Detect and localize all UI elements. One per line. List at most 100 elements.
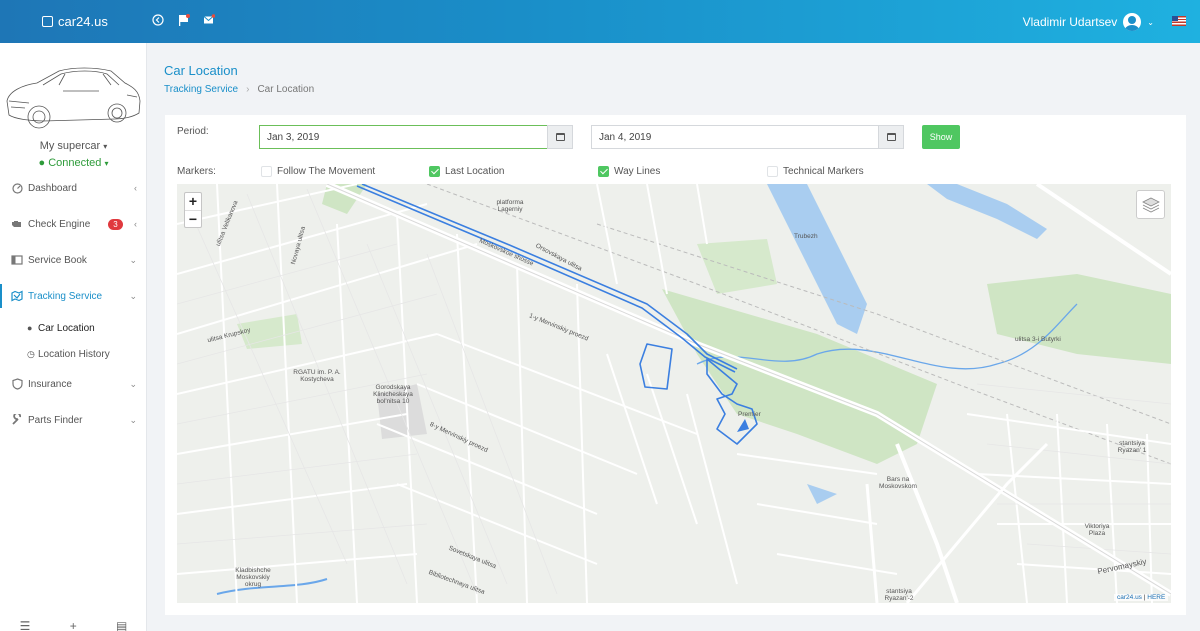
checkbox-label: Last Location <box>445 166 505 177</box>
sidebar-footer: ☰ + ▤ <box>0 619 147 631</box>
attribution-link[interactable]: HERE <box>1147 594 1165 601</box>
chevron-left-icon: ‹ <box>134 219 137 229</box>
map-label: Bars na Moskovskom <box>879 476 917 490</box>
wrench-icon <box>11 414 23 426</box>
checkbox-label: Follow The Movement <box>277 166 376 177</box>
checkbox-follow-movement[interactable]: Follow The Movement <box>261 166 375 177</box>
back-circle-icon[interactable] <box>152 14 164 26</box>
map-label: Kladbishche Moskovskiy okrug <box>235 567 271 588</box>
brand[interactable]: car24.us <box>42 14 108 29</box>
engine-icon <box>11 218 23 230</box>
pin-icon: ● <box>27 323 33 333</box>
map[interactable]: ulitsa Velikanova Novaya ulitsa platform… <box>177 184 1171 603</box>
layers-icon <box>1141 197 1160 212</box>
checkbox-box[interactable] <box>261 166 272 177</box>
plus-icon[interactable]: + <box>70 619 77 631</box>
breadcrumb: Tracking Service › Car Location <box>164 84 314 95</box>
date-to-input[interactable] <box>591 125 879 149</box>
checkbox-box[interactable] <box>767 166 778 177</box>
shield-icon <box>11 378 23 390</box>
clipboard-icon[interactable]: ▤ <box>116 619 127 631</box>
breadcrumb-separator-icon: › <box>246 84 250 95</box>
user-name: Vladimir Udartsev <box>1022 15 1118 29</box>
sidebar-item-service-book[interactable]: Service Book ⌄ <box>0 250 147 270</box>
map-canvas <box>177 184 1171 603</box>
car-name: My supercar <box>39 140 101 152</box>
markers-label: Markers: <box>177 166 216 177</box>
sidebar: My supercar ▾ ● Connected ▾ Dashboard ‹ … <box>0 43 147 631</box>
avatar <box>1123 13 1142 31</box>
layers-button[interactable] <box>1136 190 1165 219</box>
zoom-control: + − <box>184 192 202 228</box>
brand-name: car24.us <box>58 14 108 29</box>
history-icon: ◷ <box>27 348 35 359</box>
connection-status[interactable]: ● Connected ▾ <box>0 157 147 169</box>
flag-icon[interactable] <box>178 14 190 26</box>
user-menu[interactable]: Vladimir Udartsev ⌄ <box>1023 13 1154 31</box>
map-label: RGATU im. P. A. Kostycheva <box>293 369 341 383</box>
wifi-icon: ● <box>38 157 46 169</box>
map-label: stantsiya Ryazan' 1 <box>1117 440 1147 454</box>
map-icon <box>11 290 23 302</box>
checkbox-box[interactable] <box>429 166 440 177</box>
sidebar-item-label: Insurance <box>28 378 72 390</box>
date-from-input[interactable] <box>259 125 548 149</box>
checkbox-way-lines[interactable]: Way Lines <box>598 166 660 177</box>
chevron-down-icon: ⌄ <box>129 414 137 425</box>
sidebar-item-insurance[interactable]: Insurance ⌄ <box>0 374 147 394</box>
sidebar-item-label: Dashboard <box>28 182 77 194</box>
gauge-icon <box>11 182 23 194</box>
grid-logo-icon <box>42 16 53 27</box>
sidebar-item-label: Tracking Service <box>28 290 103 302</box>
chevron-left-icon: ‹ <box>134 183 137 193</box>
map-attribution: car24.us | HERE <box>1114 594 1169 601</box>
sidebar-item-label: Service Book <box>28 254 87 266</box>
map-label: Trubezh <box>794 233 818 240</box>
zoom-out-button[interactable]: − <box>185 210 201 227</box>
breadcrumb-current: Car Location <box>257 84 315 95</box>
map-label: ulitsa 3-i Butyrki <box>1015 336 1061 343</box>
map-label: Gorodskaya Klinicheskaya bol'nitsa 10 <box>373 384 413 405</box>
date-to-calendar-button[interactable] <box>878 125 904 149</box>
mail-icon[interactable] <box>203 14 216 26</box>
sidebar-subitem-label: Car Location <box>38 322 95 334</box>
sidebar-item-parts-finder[interactable]: Parts Finder ⌄ <box>0 410 147 430</box>
sidebar-item-dashboard[interactable]: Dashboard ‹ <box>0 178 147 198</box>
sidebar-subitem-location-history[interactable]: ◷ Location History <box>0 345 147 363</box>
show-button[interactable]: Show <box>922 125 960 149</box>
breadcrumb-link[interactable]: Tracking Service <box>164 84 238 95</box>
chevron-down-icon: ⌄ <box>129 290 137 301</box>
period-label: Period: <box>177 126 209 137</box>
sidebar-item-tracking-service[interactable]: Tracking Service ⌄ <box>0 284 147 308</box>
calendar-icon <box>886 133 896 141</box>
map-label: stantsiya Ryazan'-2 <box>884 588 914 602</box>
checkbox-label: Way Lines <box>614 166 661 177</box>
checkbox-box[interactable] <box>598 166 609 177</box>
us-flag-icon[interactable] <box>1172 16 1186 26</box>
map-label: Premier <box>738 411 761 418</box>
chevron-down-icon: ⌄ <box>1147 17 1154 27</box>
sidebar-item-label: Parts Finder <box>28 414 83 426</box>
checkbox-label: Technical Markers <box>783 166 864 177</box>
page-title: Car Location <box>164 63 238 78</box>
sidebar-subitem-car-location[interactable]: ● Car Location <box>0 319 147 337</box>
checkbox-technical-markers[interactable]: Technical Markers <box>767 166 864 177</box>
book-icon <box>11 254 23 266</box>
chevron-down-icon: ⌄ <box>129 254 137 265</box>
calendar-icon <box>555 133 565 141</box>
attribution-link[interactable]: car24.us <box>1117 594 1142 601</box>
connection-status-label: Connected <box>48 157 102 169</box>
car-image <box>6 67 141 129</box>
notification-badge: 3 <box>108 218 123 230</box>
list-icon[interactable]: ☰ <box>20 619 31 631</box>
chevron-down-icon: ⌄ <box>129 378 137 389</box>
checkbox-last-location[interactable]: Last Location <box>429 166 505 177</box>
car-selector[interactable]: My supercar ▾ <box>0 140 147 152</box>
caret-down-icon: ▾ <box>103 142 108 151</box>
sidebar-subitem-label: Location History <box>38 348 110 360</box>
sidebar-item-label: Check Engine <box>28 218 91 230</box>
map-label: platforma Lagerniy <box>496 199 524 213</box>
zoom-in-button[interactable]: + <box>185 193 201 210</box>
sidebar-item-check-engine[interactable]: Check Engine 3 ‹ <box>0 214 147 234</box>
date-from-calendar-button[interactable] <box>547 125 573 149</box>
